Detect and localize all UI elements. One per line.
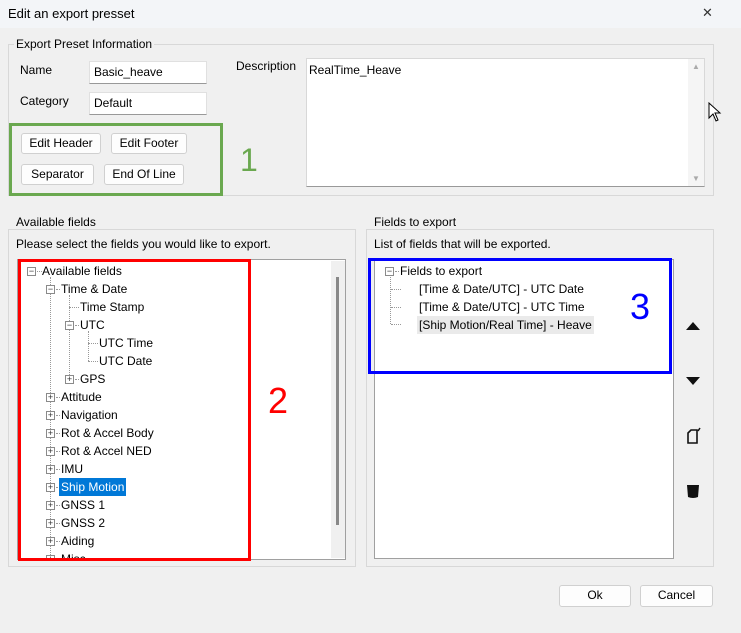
annotation-box-3	[368, 258, 672, 374]
annotation-label-3: 3	[630, 286, 651, 327]
tree-scrollbar[interactable]	[331, 261, 345, 558]
name-label: Name	[20, 63, 53, 77]
edit-icon[interactable]	[686, 427, 702, 445]
description-textarea[interactable]: RealTime_Heave ▲ ▼	[306, 58, 705, 187]
description-label: Description	[236, 59, 297, 73]
annotation-label-1: 1	[240, 142, 258, 178]
cancel-button[interactable]: Cancel	[640, 585, 713, 607]
description-scrollbar[interactable]: ▲ ▼	[688, 59, 704, 186]
scroll-up-icon[interactable]: ▲	[692, 62, 700, 71]
move-up-icon[interactable]	[686, 321, 700, 331]
description-text: RealTime_Heave	[309, 63, 402, 77]
mouse-cursor-icon	[708, 102, 722, 122]
move-down-icon[interactable]	[686, 376, 700, 386]
scrollbar-thumb[interactable]	[336, 277, 339, 525]
available-fields-label: Available fields	[14, 215, 98, 229]
trash-icon[interactable]	[686, 483, 700, 499]
fields-to-export-label: Fields to export	[372, 215, 459, 229]
available-fields-hint: Please select the fields you would like …	[16, 237, 271, 251]
annotation-box-2	[18, 259, 251, 561]
preset-info-label: Export Preset Information	[14, 37, 155, 51]
name-input[interactable]: Basic_heave	[89, 61, 207, 84]
annotation-label-2: 2	[268, 380, 289, 421]
close-icon[interactable]: ✕	[702, 5, 713, 21]
category-label: Category	[20, 94, 69, 108]
fields-to-export-hint: List of fields that will be exported.	[374, 237, 551, 251]
title-bar: Edit an export presset ✕	[0, 0, 741, 28]
ok-button[interactable]: Ok	[559, 585, 631, 607]
window-title: Edit an export presset	[8, 6, 135, 21]
category-input[interactable]: Default	[89, 92, 207, 115]
scroll-down-icon[interactable]: ▼	[692, 174, 700, 183]
annotation-box-1	[9, 123, 223, 196]
